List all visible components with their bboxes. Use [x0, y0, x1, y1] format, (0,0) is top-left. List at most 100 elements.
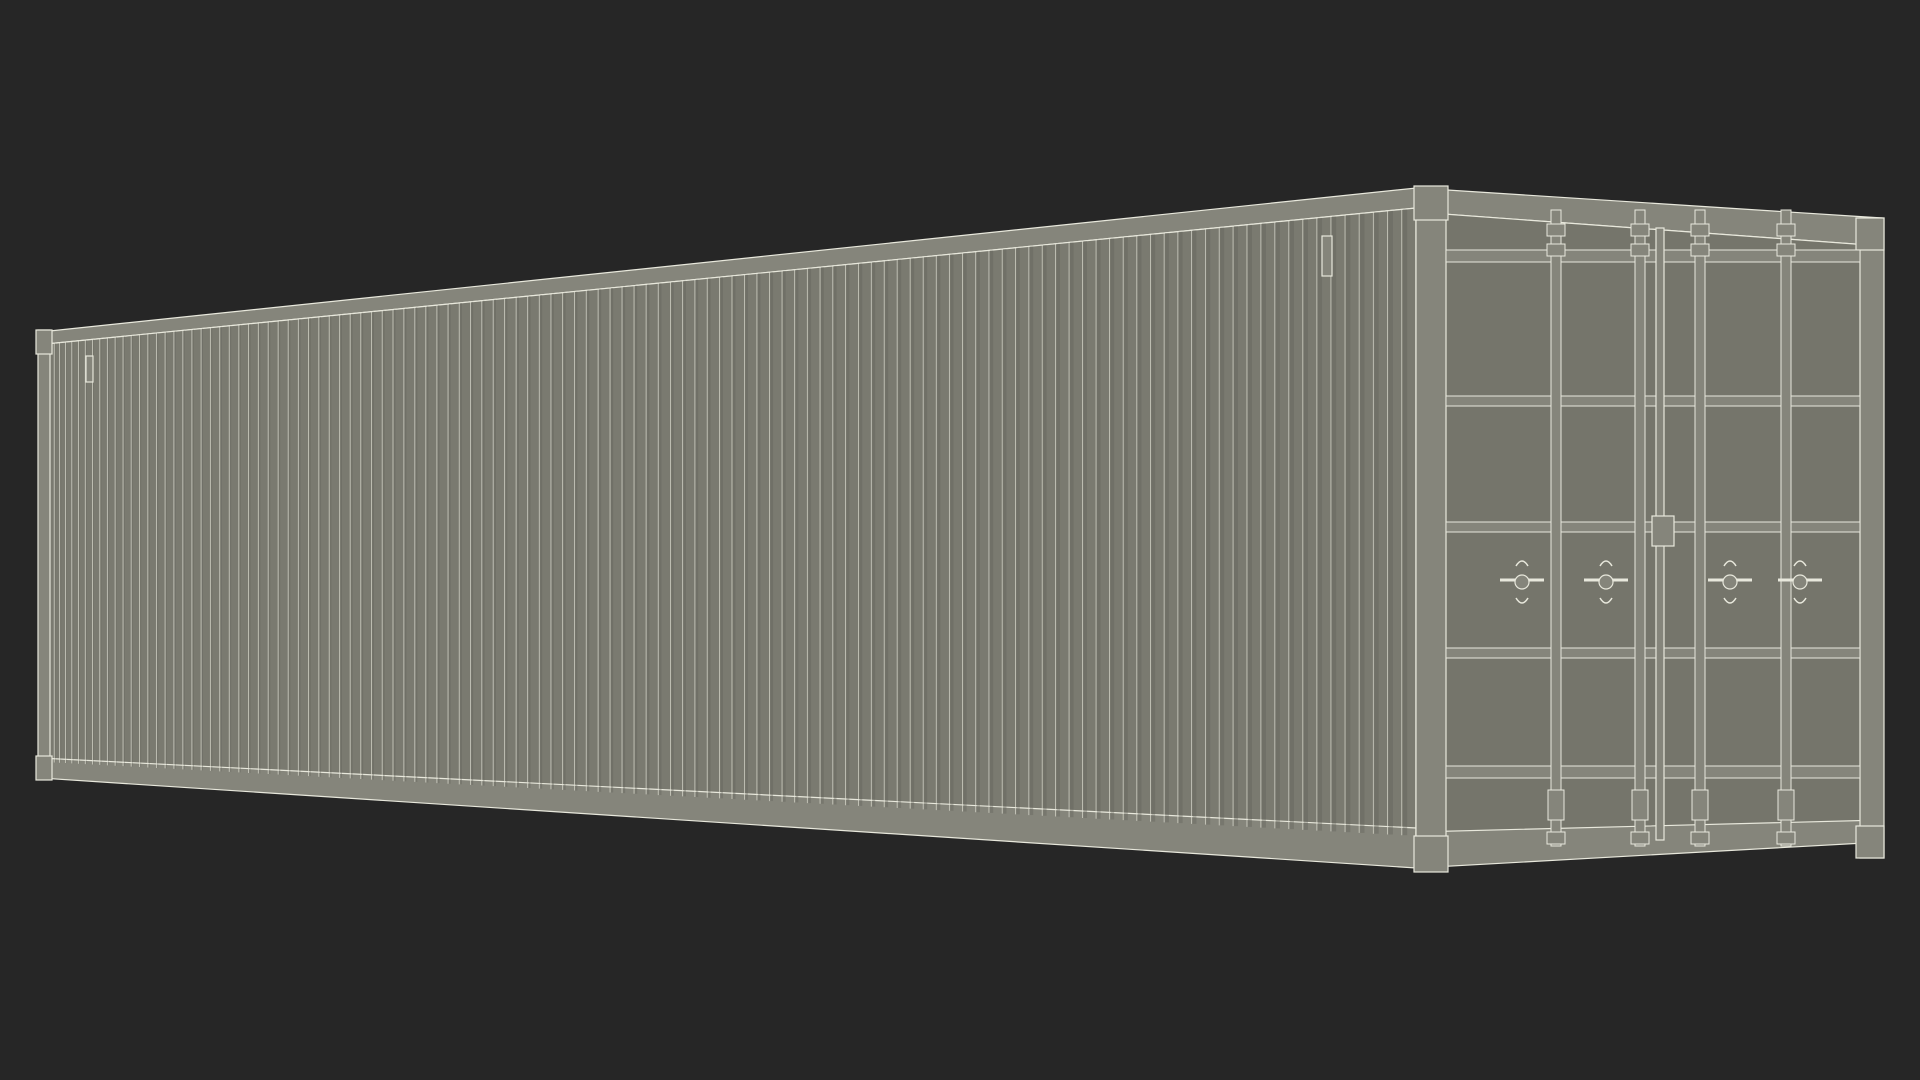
corrugation-shade — [924, 256, 928, 810]
corrugation-shade — [1110, 238, 1115, 820]
locking-bar — [1634, 209, 1646, 847]
corrugation-shade — [976, 251, 980, 813]
container-door-end — [1413, 185, 1885, 873]
corrugation-shade — [647, 284, 650, 795]
side-handle-rear — [1321, 235, 1333, 277]
corrugation-shade — [116, 337, 117, 766]
corrugation-shade — [211, 327, 213, 771]
corner-post-rear-right — [1859, 217, 1885, 859]
corrugation-shade — [471, 301, 474, 785]
corrugation-shade — [635, 285, 638, 794]
handle-hub — [1514, 574, 1530, 590]
corrugation-shade — [93, 339, 94, 765]
corrugation-shade — [872, 262, 876, 807]
corrugation-shade — [1016, 247, 1020, 815]
corrugation-shade — [299, 318, 301, 776]
corrugation-shade — [1247, 224, 1252, 827]
corrugation-shade — [269, 321, 271, 775]
corrugation-shade — [372, 311, 374, 780]
corrugation-shade — [505, 298, 508, 787]
corrugation-shade — [1056, 243, 1061, 817]
corrugation-shade — [494, 299, 496, 787]
corrugation-shade — [671, 282, 674, 796]
corrugation-shade — [1220, 227, 1225, 826]
corner-casting-rear-left-bottom — [1413, 835, 1449, 873]
corrugation-shade — [330, 315, 332, 778]
corrugation-shade — [192, 329, 194, 770]
corrugation-shade — [1289, 220, 1294, 830]
corrugation-shade — [86, 340, 87, 765]
locking-bar-bracket — [1776, 223, 1796, 237]
corrugation-shade — [963, 253, 967, 812]
corrugation-shade — [1388, 210, 1393, 835]
corrugation-shade — [846, 264, 850, 806]
door-center-plate — [1651, 515, 1675, 547]
corrugation-shade — [66, 342, 68, 764]
corrugation-shade — [108, 337, 109, 766]
corrugation-shade — [885, 260, 889, 808]
locking-bar-bracket — [1546, 243, 1566, 257]
corrugation-shade — [361, 312, 364, 780]
locking-bar — [1694, 209, 1706, 847]
corrugation-shade — [202, 328, 203, 771]
corrugation-shade — [528, 296, 531, 789]
corrugation-shade — [404, 308, 407, 782]
corner-casting-rear-right-top — [1855, 217, 1885, 251]
corrugation-shade — [140, 334, 142, 768]
locking-bar-bracket — [1776, 831, 1796, 845]
corrugation-shade — [1165, 233, 1169, 823]
locking-bar-bracket — [1630, 243, 1650, 257]
corrugation-shade — [279, 320, 281, 775]
corrugation-shade — [937, 255, 941, 811]
corrugation-shade — [1137, 235, 1142, 821]
corrugation-shade — [808, 268, 812, 804]
corrugation-shade — [695, 279, 699, 798]
corrugation-shade — [249, 323, 251, 773]
corrugation-shade — [351, 313, 353, 779]
corrugation-shade — [166, 332, 167, 769]
corrugation-shade — [239, 324, 241, 773]
locking-bar-bracket — [1630, 831, 1650, 845]
corrugation-shade — [1374, 212, 1379, 834]
door-rib — [1445, 395, 1861, 407]
locking-bar-bracket — [1776, 243, 1796, 257]
corrugation-shade — [898, 259, 902, 808]
corrugation-shade — [517, 297, 519, 788]
corrugation-shade — [770, 272, 774, 802]
corrugation-shade — [587, 290, 590, 792]
corrugation-shade — [708, 278, 711, 798]
locking-bar-cam — [1547, 789, 1565, 821]
corrugation-shade — [1083, 241, 1088, 818]
corner-post-rear-left — [1415, 187, 1447, 869]
corrugation-shade — [1178, 231, 1183, 824]
corrugation-shade — [659, 283, 662, 796]
corrugation-shade — [950, 254, 954, 811]
corrugation-shade — [720, 277, 724, 799]
corrugation-shade — [1206, 228, 1211, 825]
corrugation-shade — [1234, 226, 1239, 827]
door-rib — [1445, 249, 1861, 263]
render-viewport — [0, 0, 1920, 1080]
corrugation-shade — [259, 322, 261, 774]
corner-casting-front-left-top — [35, 329, 53, 355]
door-rib — [1445, 647, 1861, 659]
corrugation-shade — [1303, 219, 1308, 830]
locking-bar-bracket — [1546, 223, 1566, 237]
corrugation-shade — [821, 267, 824, 804]
corrugation-shade — [1317, 217, 1323, 831]
corrugation-shade — [563, 292, 566, 790]
corrugation-shade — [575, 291, 578, 791]
corrugation-shade — [482, 300, 485, 786]
locking-bar-bracket — [1690, 831, 1710, 845]
corrugation-shade — [551, 293, 554, 790]
corrugation-shade — [795, 269, 799, 803]
locking-bar-cam — [1691, 789, 1709, 821]
corrugation-shade — [1070, 242, 1074, 818]
corrugation-shade — [1275, 222, 1280, 829]
corrugation-shade — [1192, 230, 1197, 824]
corrugation-shade — [72, 341, 74, 764]
corrugation-shade — [183, 330, 185, 770]
corrugation-shade — [230, 325, 232, 772]
locking-bar-cam — [1631, 789, 1649, 821]
locking-bar-bracket — [1690, 223, 1710, 237]
